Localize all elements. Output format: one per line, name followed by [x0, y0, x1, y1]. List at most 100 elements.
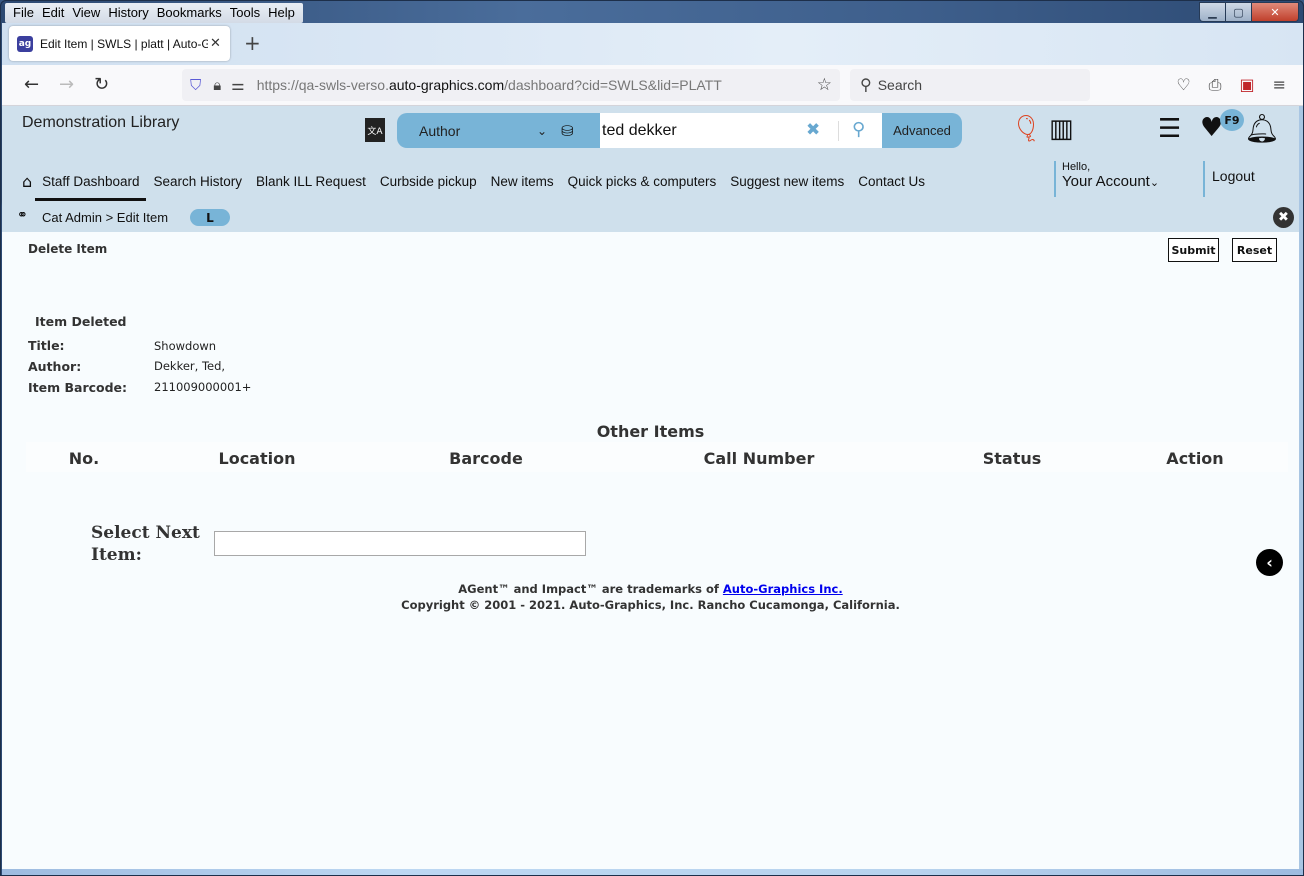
- column-call-number: Call Number: [703, 449, 815, 468]
- menu-edit[interactable]: Edit: [38, 3, 68, 23]
- nav-suggest-new-items[interactable]: Suggest new items: [730, 174, 844, 189]
- search-group: Author ⌄ ⛁ ✖ ⚲ Advanced: [397, 113, 962, 148]
- author-label: Author:: [28, 359, 82, 374]
- chevron-down-icon[interactable]: ⌄: [537, 124, 547, 138]
- chevron-left-icon[interactable]: ‹: [1256, 549, 1283, 576]
- taskbar-strip: [2, 869, 1303, 875]
- breadcrumb: ⚭ Cat Admin > Edit Item L ✖: [2, 202, 1299, 232]
- search-type-select[interactable]: Author: [419, 123, 529, 139]
- close-icon[interactable]: ✖: [1273, 207, 1294, 228]
- account-label: Your Account: [1062, 173, 1150, 190]
- auto-graphics-link[interactable]: Auto-Graphics Inc.: [723, 582, 843, 596]
- nav-quick-picks[interactable]: Quick picks & computers: [568, 174, 717, 189]
- bell-icon[interactable]: 🔔︎: [1244, 112, 1280, 145]
- column-location: Location: [218, 449, 296, 468]
- bookmark-star-icon[interactable]: ☆: [817, 75, 832, 95]
- menu-help[interactable]: Help: [264, 3, 299, 23]
- browser-search-bar[interactable]: ⚲ Search: [850, 69, 1090, 101]
- forward-button[interactable]: →: [59, 74, 74, 95]
- author-value: Dekker, Ted,: [154, 359, 226, 373]
- window-controls: ▁ ▢ ✕: [1199, 2, 1299, 22]
- permissions-icon[interactable]: ⚌: [231, 76, 244, 94]
- barcode-label: Item Barcode:: [28, 380, 128, 395]
- favicon-icon: ag: [17, 35, 33, 52]
- library-name: Demonstration Library: [22, 114, 180, 131]
- title-label: Title:: [28, 338, 65, 353]
- main-nav: ⌂ Staff Dashboard Search History Blank I…: [22, 172, 939, 201]
- breadcrumb-text[interactable]: Cat Admin > Edit Item: [42, 210, 168, 225]
- nav-search-history[interactable]: Search History: [153, 174, 242, 189]
- toolbar-icons: ♡ ⎙ ▣ ≡: [1176, 75, 1286, 95]
- trademark-text: AGent™ and Impact™ are trademarks of: [458, 582, 723, 596]
- search-input-wrap: ✖ ⚲: [600, 113, 882, 148]
- translate-icon[interactable]: 文A: [365, 118, 385, 142]
- select-next-item-label: Select Next Item:: [91, 523, 200, 565]
- search-placeholder: Search: [877, 77, 923, 93]
- url-bar[interactable]: ⛉ 🔒︎ ⚌ https://qa-swls-verso.auto-graphi…: [182, 69, 840, 101]
- menu-bar: File Edit View History Bookmarks Tools H…: [5, 3, 303, 23]
- clear-search-icon[interactable]: ✖: [806, 120, 820, 140]
- url-prefix: https://qa-swls-verso.: [256, 77, 389, 93]
- advanced-search-button[interactable]: Advanced: [882, 113, 962, 148]
- nav-staff-dashboard[interactable]: Staff Dashboard: [35, 174, 147, 201]
- nav-contact-us[interactable]: Contact Us: [858, 174, 925, 189]
- title-value: Showdown: [154, 339, 217, 353]
- column-barcode: Barcode: [449, 449, 523, 468]
- other-items-title: Other Items: [596, 422, 705, 441]
- select-next-item-input[interactable]: [214, 531, 586, 556]
- print-icon[interactable]: ⎙: [1209, 75, 1222, 95]
- window-right-border: [1299, 106, 1303, 869]
- search-input[interactable]: [602, 121, 802, 140]
- footer-trademark: AGent™ and Impact™ are trademarks of Aut…: [2, 582, 1299, 596]
- menu-history[interactable]: History: [104, 3, 152, 23]
- browser-tab[interactable]: ag Edit Item | SWLS | platt | Auto-Graph…: [9, 26, 230, 61]
- account-menu[interactable]: Hello, Your Account⌄: [1054, 161, 1159, 197]
- nav-curbside-pickup[interactable]: Curbside pickup: [380, 174, 477, 189]
- link-icon: ⚭: [17, 208, 28, 223]
- maximize-button[interactable]: ▢: [1226, 3, 1252, 21]
- app-menu-icon[interactable]: ≡: [1273, 75, 1286, 95]
- tab-strip: ag Edit Item | SWLS | platt | Auto-Graph…: [2, 23, 1303, 65]
- nav-blank-ill-request[interactable]: Blank ILL Request: [256, 174, 366, 189]
- close-tab-icon[interactable]: ✕: [210, 36, 221, 51]
- reload-button[interactable]: ↻: [94, 74, 109, 95]
- close-window-button[interactable]: ✕: [1252, 3, 1298, 21]
- menu-file[interactable]: File: [9, 3, 38, 23]
- pocket-icon[interactable]: ♡: [1176, 75, 1190, 95]
- chevron-down-icon: ⌄: [1149, 177, 1160, 189]
- minimize-button[interactable]: ▁: [1200, 3, 1226, 21]
- site-header: Demonstration Library 文A Author ⌄ ⛁ ✖ ⚲ …: [2, 106, 1299, 202]
- favorites-badge: F9: [1220, 109, 1244, 131]
- extension-icon[interactable]: ▣: [1239, 75, 1254, 95]
- menu-tools[interactable]: Tools: [226, 3, 264, 23]
- url-domain: auto-graphics.com: [388, 77, 505, 93]
- new-tab-button[interactable]: +: [244, 31, 261, 55]
- nav-new-items[interactable]: New items: [491, 174, 554, 189]
- column-status: Status: [982, 449, 1042, 468]
- logout-link[interactable]: Logout: [1203, 161, 1255, 197]
- search-icon[interactable]: ⚲: [852, 119, 865, 140]
- lock-icon[interactable]: 🔒︎: [213, 76, 221, 94]
- hot-air-balloon-icon[interactable]: 🎈︎: [1010, 114, 1043, 144]
- menu-view[interactable]: View: [68, 3, 104, 23]
- divider: [838, 121, 839, 141]
- barcode-value: 211009000001+: [154, 380, 252, 394]
- database-icon[interactable]: ⛁: [561, 122, 583, 140]
- shield-icon[interactable]: ⛉: [190, 76, 201, 94]
- library-search-icon[interactable]: ▥: [1049, 114, 1074, 144]
- home-icon[interactable]: ⌂: [22, 172, 32, 191]
- submit-button[interactable]: Submit: [1168, 238, 1219, 262]
- page-title: Delete Item: [28, 242, 108, 256]
- list-icon[interactable]: ☰: [1158, 114, 1181, 144]
- reset-button[interactable]: Reset: [1232, 238, 1277, 262]
- url-text[interactable]: https://qa-swls-verso.auto-graphics.com/…: [257, 77, 722, 93]
- footer-copyright: Copyright © 2001 - 2021. Auto-Graphics, …: [401, 598, 900, 612]
- search-icon: ⚲: [860, 77, 872, 94]
- column-action: Action: [1166, 449, 1224, 468]
- menu-bookmarks[interactable]: Bookmarks: [153, 3, 226, 23]
- browser-window: File Edit View History Bookmarks Tools H…: [0, 0, 1304, 876]
- hello-label: Hello,: [1062, 161, 1091, 173]
- navigation-toolbar: ← → ↻ ⛉ 🔒︎ ⚌ https://qa-swls-verso.auto-…: [2, 65, 1303, 106]
- breadcrumb-pill[interactable]: L: [190, 209, 230, 226]
- back-button[interactable]: ←: [24, 74, 39, 95]
